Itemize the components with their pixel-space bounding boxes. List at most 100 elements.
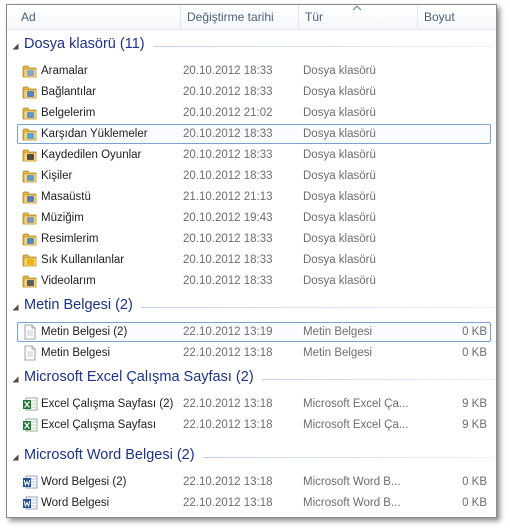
links-folder-icon [22,86,37,99]
item-type: Dosya klasörü [303,275,376,287]
item-name: Word Belgesi [41,497,110,509]
group-title: Microsoft Word Belgesi (2) [24,447,195,463]
item-date: 20.10.2012 18:33 [183,254,273,266]
list-item[interactable]: Metin Belgesi 22.10.2012 13:18 Metin Belge… [17,343,491,363]
item-type: Dosya klasörü [303,128,376,140]
item-name: Bağlantılar [41,86,96,98]
item-date: 22.10.2012 13:18 [183,398,273,410]
item-date: 20.10.2012 18:33 [183,86,273,98]
list-item[interactable]: Belgelerim 20.10.2012 21:02 Dosya klasörü [17,103,491,123]
desktop-folder-icon [22,191,37,204]
list-item[interactable]: Sık Kullanılanlar 20.10.2012 18:33 Dosya k… [17,250,491,270]
list-item[interactable]: Aramalar 20.10.2012 18:33 Dosya klasörü [17,61,491,81]
group-divider [203,457,494,458]
item-name: Excel Çalışma Sayfası [41,419,157,431]
item-type: Dosya klasörü [303,254,376,266]
item-date: 22.10.2012 13:19 [183,326,273,338]
item-type: Microsoft Word B... [303,497,401,509]
item-date: 22.10.2012 13:18 [183,497,273,509]
item-name: Karşıdan Yüklemeler [41,128,148,140]
list-item[interactable]: Word Belgesi 22.10.2012 13:18 Microsoft Wo… [17,493,491,513]
list-item[interactable]: Excel Çalışma Sayfası (2) 22.10.2012 13:1… [17,394,491,414]
list-item[interactable]: Masaüstü 21.10.2012 21:13 Dosya klasörü [17,187,491,207]
item-date: 21.10.2012 21:13 [183,191,273,203]
search-folder-icon [22,65,37,78]
list-item[interactable]: Kaydedilen Oyunlar 20.10.2012 18:33 Dosya … [17,145,491,165]
downloads-folder-icon [22,128,37,141]
excel-file-icon [23,397,38,411]
item-type: Dosya klasörü [303,65,376,77]
item-name: Masaüstü [41,191,91,203]
item-size: 0 KB [462,326,487,338]
item-name: Müziğim [41,212,84,224]
item-type: Microsoft Excel Ça... [303,419,409,431]
item-size: 0 KB [462,497,487,509]
column-header-name[interactable]: Ad [15,5,180,29]
item-date: 20.10.2012 21:02 [183,107,273,119]
group-header[interactable]: Microsoft Excel Çalışma Sayfası (2) [7,368,496,390]
music-folder-icon [22,212,37,225]
item-name: Aramalar [41,65,88,77]
list-item[interactable]: Bağlantılar 20.10.2012 18:33 Dosya klasörü [17,82,491,102]
group-title: Metin Belgesi (2) [24,297,133,313]
item-type: Microsoft Excel Ça... [303,398,409,410]
group-title: Dosya klasörü (11) [24,36,145,52]
item-name: Kaydedilen Oyunlar [41,149,142,161]
item-date: 22.10.2012 13:18 [183,419,273,431]
item-size: 0 KB [462,476,487,488]
list-item[interactable]: Resimlerim 20.10.2012 18:33 Dosya klasörü [17,229,491,249]
item-type: Metin Belgesi [303,326,373,338]
chevron-down-icon[interactable] [11,453,20,462]
text-document-icon [24,345,36,361]
item-date: 22.10.2012 13:18 [183,347,273,359]
item-type: Dosya klasörü [303,86,376,98]
group-divider [141,307,494,308]
group-divider [153,46,494,47]
group-header[interactable]: Dosya klasörü (11) [7,35,496,57]
chevron-down-icon[interactable] [11,375,20,384]
videos-folder-icon [22,275,37,288]
column-header-size[interactable]: Boyut [417,5,496,29]
group-header[interactable]: Microsoft Word Belgesi (2) [7,446,496,468]
item-size: 0 KB [462,347,487,359]
chevron-down-icon[interactable] [11,42,20,51]
item-type: Dosya klasörü [303,212,376,224]
item-type: Dosya klasörü [303,107,376,119]
saved-games-folder-icon [22,149,37,162]
item-date: 20.10.2012 18:33 [183,275,273,287]
item-date: 22.10.2012 13:18 [183,476,273,488]
chevron-down-icon[interactable] [11,303,20,312]
list-item[interactable]: Word Belgesi (2) 22.10.2012 13:18 Microsof… [17,472,491,492]
item-name: Resimlerim [41,233,99,245]
item-date: 20.10.2012 18:33 [183,128,273,140]
list-item[interactable]: Videolarım 20.10.2012 18:33 Dosya klasörü [17,271,491,291]
item-date: 20.10.2012 19:43 [183,212,273,224]
word-file-icon [23,496,38,510]
excel-file-icon [23,418,38,432]
group-title: Microsoft Excel Çalışma Sayfası (2) [24,369,254,385]
list-item[interactable]: Karşıdan Yüklemeler 20.10.2012 18:33 Dosya… [17,124,491,144]
pictures-folder-icon [22,233,37,246]
item-type: Dosya klasörü [303,170,376,182]
word-file-icon [23,475,38,489]
documents-folder-icon [22,107,37,120]
item-type: Microsoft Word B... [303,476,401,488]
item-name: Sık Kullanılanlar [41,254,125,266]
list-item[interactable]: Kişiler 20.10.2012 18:33 Dosya klasörü [17,166,491,186]
item-type: Dosya klasörü [303,191,376,203]
item-name: Word Belgesi (2) [41,476,127,488]
list-item[interactable]: Excel Çalışma Sayfası 22.10.2012 13:18 Mic… [17,415,491,435]
item-name: Videolarım [41,275,96,287]
text-document-icon [24,324,36,340]
item-size: 9 KB [462,419,487,431]
group-divider [262,379,494,380]
list-item[interactable]: Müziğim 20.10.2012 19:43 Dosya klasörü [17,208,491,228]
item-date: 20.10.2012 18:33 [183,65,273,77]
item-name: Excel Çalışma Sayfası (2) [41,398,174,410]
column-header-date[interactable]: Değiştirme tarihi [180,5,298,29]
item-type: Dosya klasörü [303,149,376,161]
group-header[interactable]: Metin Belgesi (2) [7,296,496,318]
contacts-folder-icon [22,170,37,183]
list-item[interactable]: Metin Belgesi (2) 22.10.2012 13:19 Metin B… [17,322,491,342]
item-type: Metin Belgesi [303,347,373,359]
